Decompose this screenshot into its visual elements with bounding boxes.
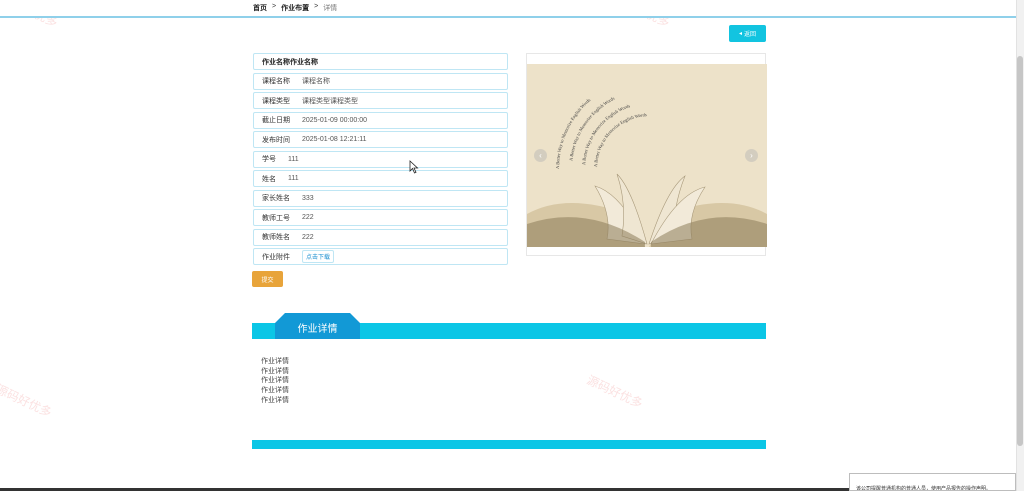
info-row: 姓名 111 <box>253 170 508 187</box>
detail-line: 作业详情 <box>261 367 289 375</box>
info-row-attachment: 作业附件 点击下载 <box>253 248 508 265</box>
info-key: 教师工号 <box>262 214 290 222</box>
info-value: 222 <box>302 214 314 221</box>
info-row: 课程名称 课程名称 <box>253 72 508 90</box>
info-value: 2025-01-08 12:21:11 <box>302 136 367 143</box>
breadcrumb-home[interactable]: 首页 <box>253 3 267 13</box>
info-value: 课程类型课程类型 <box>302 97 358 105</box>
detail-line: 作业详情 <box>261 396 289 404</box>
caret-left-icon: ◂ <box>738 31 742 37</box>
info-title-row: 作业名称作业名称 <box>253 53 508 70</box>
breadcrumb-separator: > <box>314 3 319 10</box>
carousel-next-button[interactable]: › <box>745 149 758 162</box>
detail-line: 作业详情 <box>261 387 289 395</box>
breadcrumb-separator: > <box>272 3 277 10</box>
detail-line: 作业详情 <box>261 358 289 365</box>
info-value: 课程名称 <box>302 78 330 85</box>
carousel-prev-button[interactable]: ‹ <box>534 149 547 162</box>
info-row: 学号 111 <box>253 150 508 168</box>
notice-popup: 该公司提醒普通机构的普通人员，使用产品报告的操作声明。 <box>849 473 1016 491</box>
page-scrollbar[interactable] <box>1016 0 1024 491</box>
back-button-label: 返回 <box>744 32 757 38</box>
watermark: 源码好优多 <box>584 372 645 411</box>
info-row: 课程类型 课程类型课程类型 <box>253 92 508 109</box>
info-row: 教师姓名 222 <box>253 228 508 246</box>
info-value: 333 <box>302 194 314 202</box>
info-value: 2025-01-09 00:00:00 <box>302 116 367 124</box>
detail-line: 作业详情 <box>261 377 289 385</box>
info-key: 作业附件 <box>262 253 290 261</box>
info-key: 截止日期 <box>262 117 290 124</box>
watermark: 源码好优多 <box>0 381 54 420</box>
info-row: 家长姓名 333 <box>253 189 508 207</box>
breadcrumb-section[interactable]: 作业布置 <box>281 3 309 13</box>
book-image: A Better Way to Memorize English Words A… <box>527 64 767 247</box>
back-button[interactable]: ◂ 返回 <box>729 25 766 42</box>
mouse-cursor-icon <box>409 160 419 174</box>
breadcrumb-current: 详情 <box>323 5 338 12</box>
detail-tab-label: 作业详情 <box>297 324 338 335</box>
top-bar: 首页 > 作业布置 > 详情 <box>0 0 1016 18</box>
image-carousel: A Better Way to Memorize English Words A… <box>526 53 767 256</box>
info-row: 教师工号 222 <box>253 209 508 226</box>
breadcrumb: 首页 > 作业布置 > 详情 <box>253 3 337 13</box>
footer-bar <box>252 440 766 449</box>
info-value: 111 <box>288 175 299 182</box>
scrollbar-thumb[interactable] <box>1017 56 1023 446</box>
chevron-left-icon: ‹ <box>539 151 542 160</box>
info-value: 222 <box>302 233 314 241</box>
info-key: 学号 <box>262 156 276 163</box>
homework-info-list: 作业名称作业名称 课程名称 课程名称 课程类型 课程类型课程类型 截止日期 2025-01-… <box>253 53 508 268</box>
chevron-right-icon: › <box>750 151 753 160</box>
download-link[interactable]: 点击下载 <box>302 250 335 263</box>
info-key: 家长姓名 <box>262 195 290 202</box>
info-key: 教师姓名 <box>262 234 290 241</box>
detail-content: 作业详情 作业详情 作业详情 作业详情 作业详情 <box>261 357 289 406</box>
info-key: 课程类型 <box>262 97 290 105</box>
info-row: 截止日期 2025-01-09 00:00:00 <box>253 111 508 129</box>
info-key: 课程名称 <box>262 78 290 85</box>
info-row: 发布时间 2025-01-08 12:21:11 <box>253 131 508 148</box>
info-key: 发布时间 <box>262 136 290 144</box>
info-value: 111 <box>288 155 299 163</box>
info-key: 姓名 <box>262 175 276 183</box>
submit-button[interactable]: 提交 <box>252 271 283 287</box>
